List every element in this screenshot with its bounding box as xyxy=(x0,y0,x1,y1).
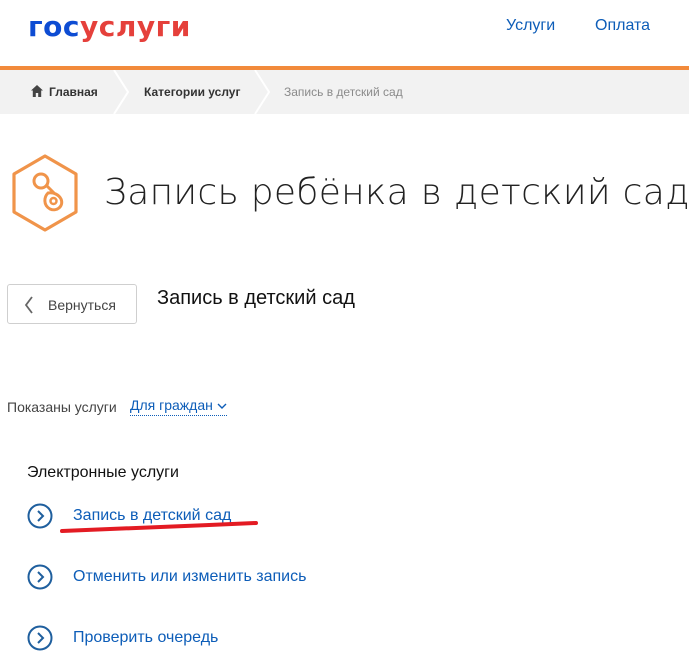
chevron-circle-icon xyxy=(27,564,53,590)
service-link-label: Отменить или изменить запись xyxy=(73,568,307,585)
breadcrumb-separator xyxy=(254,70,271,114)
page-title: Запись ребёнка в детский сад xyxy=(104,172,689,213)
logo-part-gos: гос xyxy=(28,10,80,43)
electronic-services-heading: Электронные услуги xyxy=(27,464,179,481)
chevron-circle-icon xyxy=(27,625,53,651)
back-button-label: Вернуться xyxy=(48,297,116,313)
filter-label: Показаны услуги xyxy=(7,399,117,415)
breadcrumb-separator xyxy=(113,70,130,114)
home-icon xyxy=(31,85,43,97)
breadcrumb: Главная Категории услуг Запись в детский… xyxy=(0,70,689,114)
audience-filter-dropdown[interactable]: Для граждан xyxy=(130,397,227,416)
breadcrumb-current: Запись в детский сад xyxy=(284,85,403,99)
red-highlight-underline xyxy=(60,521,258,533)
chevron-down-icon xyxy=(217,403,227,409)
nav-payment-link[interactable]: Оплата xyxy=(595,17,650,35)
audience-filter-value: Для граждан xyxy=(130,397,213,413)
breadcrumb-categories-link[interactable]: Категории услуг xyxy=(144,70,240,114)
site-header: госуслуги Услуги Оплата xyxy=(0,0,689,66)
chevron-left-icon xyxy=(24,296,33,314)
pacifier-icon xyxy=(12,154,78,232)
back-button[interactable]: Вернуться xyxy=(7,284,137,324)
nav-services-link[interactable]: Услуги xyxy=(506,17,555,35)
gosuslugi-logo[interactable]: госуслуги xyxy=(28,10,191,43)
service-link-label: Проверить очередь xyxy=(73,629,219,646)
breadcrumb-home-link[interactable]: Главная xyxy=(49,70,98,114)
section-title: Запись в детский сад xyxy=(157,287,355,309)
logo-part-uslugi: услуги xyxy=(79,10,191,43)
chevron-circle-icon xyxy=(27,503,53,529)
